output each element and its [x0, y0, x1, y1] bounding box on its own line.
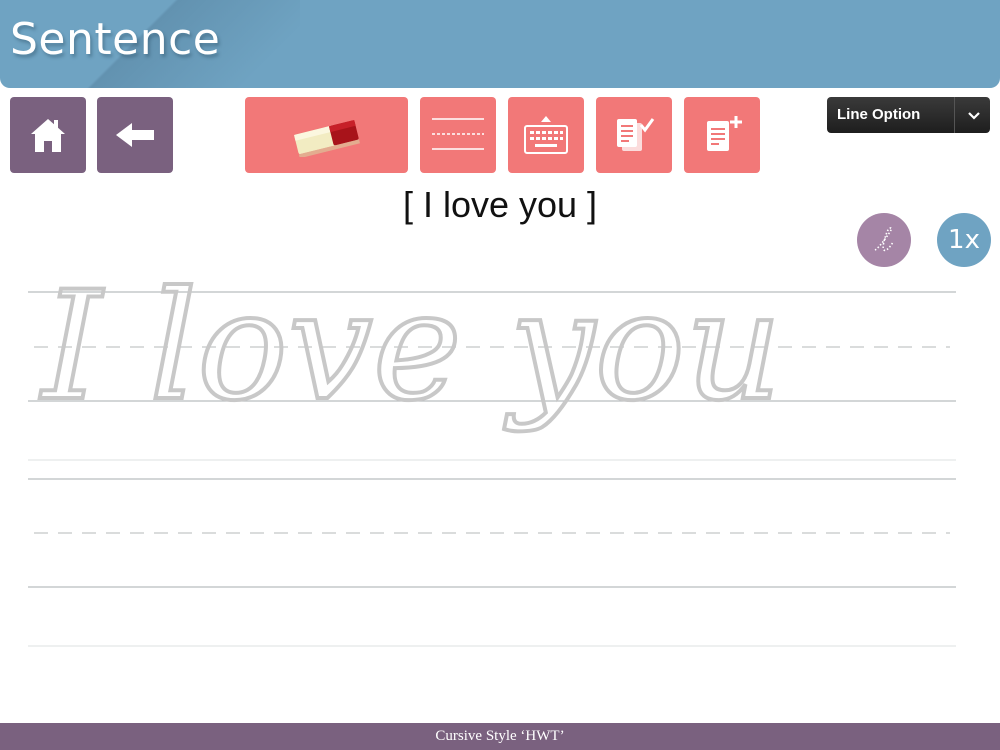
document-check-button[interactable] — [596, 97, 672, 173]
cursive-letter-icon — [874, 227, 894, 252]
dropdown-divider — [954, 97, 955, 133]
writing-area[interactable]: I love you — [0, 280, 1000, 660]
document-check-icon — [617, 118, 655, 151]
trace-text: I love you — [39, 280, 782, 434]
home-button[interactable] — [10, 97, 86, 173]
keyboard-button[interactable] — [508, 97, 584, 173]
eraser-icon — [293, 119, 360, 157]
speed-button[interactable]: 1x — [937, 213, 991, 267]
chevron-down-icon — [968, 112, 980, 120]
back-arrow-icon — [116, 123, 154, 147]
footer-quote-close: ’ — [559, 728, 565, 744]
document-add-button[interactable] — [684, 97, 760, 173]
page-title: Sentence — [10, 14, 221, 65]
guide-lines-icon — [432, 118, 484, 150]
footer-prefix: Cursive Style — [435, 728, 517, 744]
footer-style-name: HWT — [525, 728, 560, 744]
header-bar: Sentence — [0, 0, 1000, 88]
home-icon — [31, 119, 65, 152]
document-add-icon — [707, 116, 742, 151]
footer-bar: Cursive Style ‘HWT’ — [0, 723, 1000, 750]
cursive-style-button[interactable] — [857, 213, 911, 267]
line-option-dropdown[interactable]: Line Option — [827, 97, 990, 133]
keyboard-icon — [524, 116, 568, 154]
back-button[interactable] — [97, 97, 173, 173]
sentence-text: [ I love you ] — [402, 184, 598, 225]
line-option-label: Line Option — [837, 106, 921, 123]
eraser-button[interactable] — [245, 97, 408, 173]
guide-lines-button[interactable] — [420, 97, 496, 173]
